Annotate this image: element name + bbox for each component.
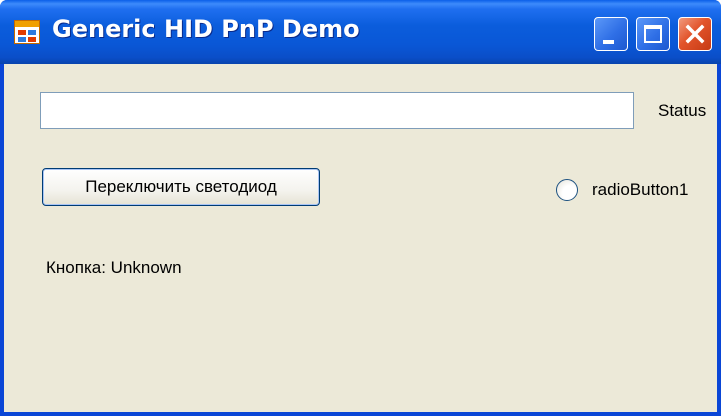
maximize-button[interactable] <box>636 17 670 51</box>
close-button[interactable] <box>678 17 712 51</box>
minimize-button[interactable] <box>594 17 628 51</box>
status-input[interactable] <box>40 92 634 129</box>
minimize-icon <box>603 40 614 44</box>
app-window: Generic HID PnP Demo Status Переключить … <box>0 0 721 416</box>
window-title: Generic HID PnP Demo <box>52 15 360 43</box>
radio-button-label[interactable]: radioButton1 <box>592 179 688 201</box>
maximize-icon <box>644 25 662 43</box>
button-state-label: Кнопка: Unknown <box>46 258 182 277</box>
radio-circle-icon[interactable] <box>556 179 578 201</box>
status-label: Status <box>658 101 707 120</box>
app-form-icon[interactable] <box>14 20 40 44</box>
close-icon <box>685 24 705 44</box>
toggle-led-button[interactable]: Переключить светодиод <box>42 168 320 206</box>
title-bar[interactable]: Generic HID PnP Demo <box>0 0 721 64</box>
